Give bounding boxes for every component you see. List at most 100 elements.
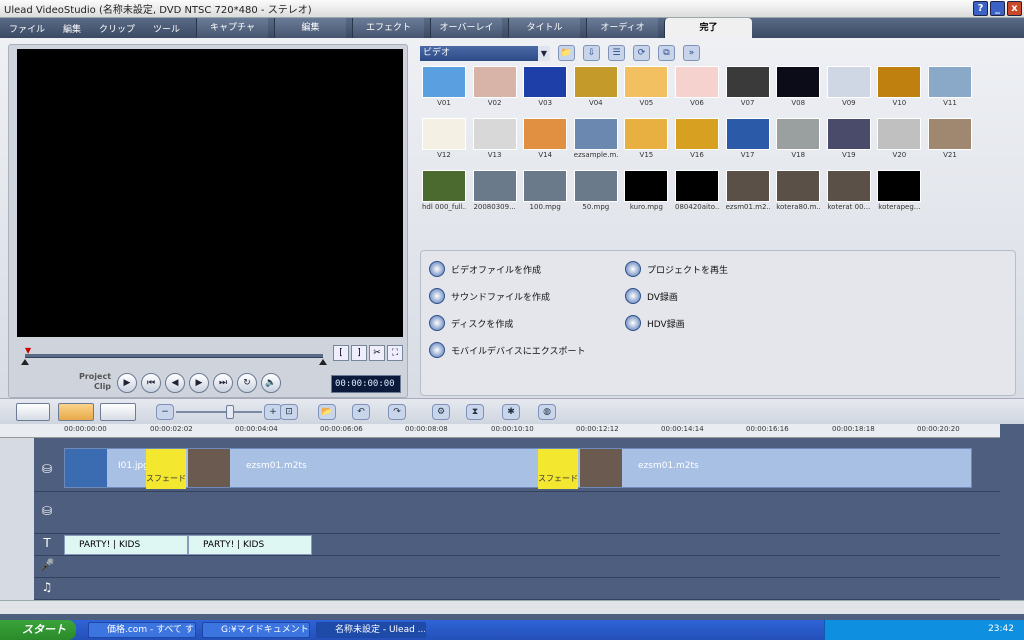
library-thumb[interactable]: 100.mpg bbox=[523, 170, 568, 215]
play-icon[interactable]: ▶ bbox=[117, 373, 137, 393]
library-thumb[interactable]: ezsample.m... bbox=[573, 118, 618, 163]
insert-media-icon[interactable]: 📂 bbox=[318, 404, 336, 420]
mark-in-button[interactable]: [ bbox=[333, 345, 349, 361]
timeline-ruler[interactable]: 00:00:00:00 00:00:02:02 00:00:04:04 00:0… bbox=[0, 424, 1000, 438]
menu-edit[interactable]: 編集 bbox=[54, 22, 90, 35]
library-thumb[interactable]: V16 bbox=[675, 118, 719, 163]
library-thumb[interactable]: V19 bbox=[826, 118, 871, 163]
library-thumb[interactable]: koterat 00... bbox=[826, 170, 871, 215]
close-button[interactable]: x bbox=[1007, 1, 1022, 16]
menu-clip[interactable]: クリップ bbox=[90, 22, 144, 35]
repeat-icon[interactable]: ↻ bbox=[237, 373, 257, 393]
transition-clip[interactable]: スフェード bbox=[146, 449, 186, 489]
library-thumb[interactable]: V07 bbox=[725, 66, 770, 111]
zoom-slider[interactable] bbox=[176, 411, 262, 413]
library-thumb[interactable]: kotera80.m... bbox=[776, 170, 821, 215]
trim-end-handle[interactable] bbox=[319, 359, 327, 365]
fit-icon[interactable]: ⊡ bbox=[280, 404, 298, 420]
video-clip-thumb[interactable] bbox=[65, 449, 107, 487]
library-thumb[interactable]: V05 bbox=[624, 66, 669, 111]
library-thumb[interactable]: V09 bbox=[826, 66, 871, 111]
zoom-out-icon[interactable]: − bbox=[156, 404, 174, 420]
library-thumb[interactable]: hdl 000_full... bbox=[422, 170, 466, 215]
library-thumb[interactable]: V10 bbox=[877, 66, 922, 111]
list-icon[interactable]: ☰ bbox=[608, 45, 625, 61]
audio-view-button[interactable] bbox=[100, 403, 136, 421]
import-icon[interactable]: ⇩ bbox=[583, 45, 600, 61]
library-thumb[interactable]: V13 bbox=[472, 118, 517, 163]
library-thumb[interactable]: V06 bbox=[675, 66, 719, 111]
start-button[interactable]: スタート bbox=[0, 620, 76, 640]
dv-record-task[interactable]: DV録画 bbox=[625, 288, 678, 304]
mark-out-button[interactable]: ] bbox=[351, 345, 367, 361]
storyboard-view-button[interactable] bbox=[16, 403, 50, 421]
title-clip[interactable]: PARTY! | KIDS bbox=[188, 535, 312, 555]
track-manager-icon[interactable]: ⧗ bbox=[466, 404, 484, 420]
tab-effect[interactable]: エフェクト bbox=[352, 18, 424, 38]
globe-icon[interactable]: ◍ bbox=[538, 404, 556, 420]
help-button[interactable]: ? bbox=[973, 1, 988, 16]
copy-icon[interactable]: ⧉ bbox=[658, 45, 675, 61]
menu-file[interactable]: ファイル bbox=[0, 22, 54, 35]
tab-share[interactable]: 完了 bbox=[664, 18, 752, 38]
fullscreen-icon[interactable]: ⛶ bbox=[387, 345, 403, 361]
library-thumb[interactable]: V18 bbox=[776, 118, 821, 163]
library-thumb[interactable]: V01 bbox=[422, 66, 466, 111]
folder-icon[interactable]: 📁 bbox=[558, 45, 575, 61]
zoom-slider-handle[interactable] bbox=[226, 405, 234, 419]
home-icon[interactable]: ⏮ bbox=[141, 373, 161, 393]
next-frame-icon[interactable]: ▶ bbox=[189, 373, 209, 393]
library-thumb[interactable]: V03 bbox=[523, 66, 568, 111]
library-thumb[interactable]: V21 bbox=[928, 118, 972, 163]
library-thumb[interactable]: 50.mpg bbox=[573, 170, 618, 215]
taskbar-item[interactable]: 価格.com - すべて す... bbox=[88, 622, 196, 638]
library-thumb[interactable]: V04 bbox=[573, 66, 618, 111]
library-thumb[interactable]: V11 bbox=[928, 66, 972, 111]
tab-capture[interactable]: キャプチャ bbox=[196, 18, 268, 38]
create-video-task[interactable]: ビデオファイルを作成 bbox=[429, 261, 541, 277]
library-thumb[interactable]: 080420aito... bbox=[675, 170, 719, 215]
hdv-record-task[interactable]: HDV録画 bbox=[625, 315, 685, 331]
chapter-icon[interactable]: ✱ bbox=[502, 404, 520, 420]
timecode-display[interactable]: 00:00:00:00 bbox=[331, 375, 401, 393]
create-sound-task[interactable]: サウンドファイルを作成 bbox=[429, 288, 550, 304]
library-thumb[interactable]: koterapeg... bbox=[877, 170, 922, 215]
scrubber-marker-icon[interactable]: ▼ bbox=[25, 347, 35, 355]
timeline-view-button[interactable] bbox=[58, 403, 94, 421]
tab-audio[interactable]: オーディオ bbox=[586, 18, 658, 38]
create-disc-task[interactable]: ディスクを作成 bbox=[429, 315, 513, 331]
library-thumb[interactable]: V12 bbox=[422, 118, 466, 163]
clip-label[interactable]: Clip bbox=[79, 382, 111, 392]
undo-icon[interactable]: ↶ bbox=[352, 404, 370, 420]
title-clip[interactable]: PARTY! | KIDS bbox=[64, 535, 188, 555]
prev-frame-icon[interactable]: ◀ bbox=[165, 373, 185, 393]
tab-overlay[interactable]: オーバーレイ bbox=[430, 18, 502, 38]
library-thumb[interactable]: V15 bbox=[624, 118, 669, 163]
play-project-task[interactable]: プロジェクトを再生 bbox=[625, 261, 728, 277]
library-thumb[interactable]: V02 bbox=[472, 66, 517, 111]
video-clip-thumb[interactable] bbox=[580, 449, 622, 487]
library-thumb[interactable]: V20 bbox=[877, 118, 922, 163]
export-mobile-task[interactable]: モバイルデバイスにエクスポート bbox=[429, 342, 585, 358]
tab-title[interactable]: タイトル bbox=[508, 18, 580, 38]
scrubber[interactable]: ▼ bbox=[25, 347, 323, 359]
redo-icon[interactable]: ↷ bbox=[388, 404, 406, 420]
trim-start-handle[interactable] bbox=[21, 359, 29, 365]
taskbar-item[interactable]: G:¥マイドキュメント¥My... bbox=[202, 622, 310, 638]
library-thumb[interactable]: V14 bbox=[523, 118, 568, 163]
transition-clip[interactable]: スフェード bbox=[538, 449, 578, 489]
library-thumb[interactable]: V17 bbox=[725, 118, 770, 163]
library-thumb[interactable]: V08 bbox=[776, 66, 821, 111]
refresh-icon[interactable]: ⟳ bbox=[633, 45, 650, 61]
library-dropdown[interactable]: ビデオ ▼ bbox=[420, 45, 550, 61]
tab-edit[interactable]: 編集 bbox=[274, 18, 346, 38]
end-icon[interactable]: ⏭ bbox=[213, 373, 233, 393]
library-thumb[interactable]: ezsm01.m2... bbox=[725, 170, 770, 215]
menu-tools[interactable]: ツール bbox=[144, 22, 189, 35]
taskbar-item[interactable]: 名称未設定 - Ulead ... bbox=[316, 622, 426, 638]
smart-proxy-icon[interactable]: ⚙ bbox=[432, 404, 450, 420]
scrubber-track[interactable] bbox=[25, 354, 323, 358]
cut-icon[interactable]: ✂ bbox=[369, 345, 385, 361]
library-thumb[interactable]: kuro.mpg bbox=[624, 170, 669, 215]
volume-icon[interactable]: 🔈 bbox=[261, 373, 281, 393]
